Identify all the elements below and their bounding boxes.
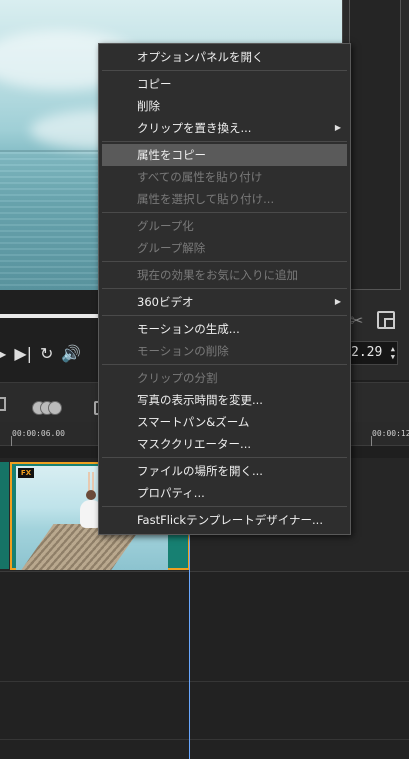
menu-item: 現在の効果をお気に入りに追加: [102, 264, 347, 286]
menu-item[interactable]: マスククリエーター...: [102, 433, 347, 455]
submenu-arrow-icon: ▶: [334, 123, 341, 132]
side-panel-frame: [349, 0, 401, 290]
track-manager-icon[interactable]: [0, 397, 6, 411]
playback-progress[interactable]: [0, 314, 110, 318]
menu-item-label: 削除: [137, 99, 160, 113]
menu-separator: [102, 506, 347, 507]
menu-separator: [102, 70, 347, 71]
previous-clip[interactable]: [0, 462, 9, 569]
menu-item-label: モーションの削除: [137, 344, 229, 358]
menu-separator: [102, 315, 347, 316]
figure-head: [86, 490, 96, 500]
title-track[interactable]: [0, 682, 409, 740]
menu-item[interactable]: プロパティ...: [102, 482, 347, 504]
menu-item[interactable]: コピー: [102, 73, 347, 95]
menu-item[interactable]: クリップを置き換え... ▶: [102, 117, 347, 139]
menu-item: グループ解除: [102, 237, 347, 259]
menu-item-label: FastFlickテンプレートデザイナー...: [137, 513, 323, 527]
menu-item[interactable]: オプションパネルを開く: [102, 46, 347, 68]
timecode-stepper[interactable]: ▲ ▼: [391, 345, 395, 361]
menu-separator: [102, 212, 347, 213]
menu-item-label: スマートパン&ズーム: [137, 415, 250, 429]
video-editor-window: ✂ ▶ ▶| ↻ 🔊 2.29 ▲▼ 00:00:06.00 00:00:12.…: [0, 0, 409, 759]
menu-item-label: プロパティ...: [137, 486, 205, 500]
context-menu: オプションパネルを開く コピー削除クリップを置き換え... ▶ 属性をコピーすべての属…: [98, 43, 351, 535]
menu-item-label: クリップの分割: [137, 371, 218, 385]
menu-item: モーションの削除: [102, 340, 347, 362]
menu-item: 属性を選択して貼り付け...: [102, 188, 347, 210]
menu-item-label: コピー: [137, 77, 172, 91]
audio-track[interactable]: [0, 740, 409, 759]
menu-item[interactable]: FastFlickテンプレートデザイナー...: [102, 509, 347, 531]
menu-item[interactable]: スマートパン&ズーム: [102, 411, 347, 433]
menu-item-label: マスククリエーター...: [137, 437, 252, 451]
fit-screen-icon[interactable]: [377, 311, 395, 329]
volume-icon[interactable]: 🔊: [61, 344, 81, 363]
timecode-value: 2.29: [351, 345, 383, 360]
ruler-label: 00:00:12.0: [372, 429, 409, 438]
menu-item-label: クリップを置き換え...: [137, 121, 252, 135]
menu-separator: [102, 457, 347, 458]
menu-item-label: 属性を選択して貼り付け...: [137, 192, 275, 206]
menu-item-label: オプションパネルを開く: [137, 50, 264, 64]
menu-item[interactable]: 360ビデオ ▶: [102, 291, 347, 313]
menu-item: グループ化: [102, 215, 347, 237]
menu-item[interactable]: 写真の表示時間を変更...: [102, 389, 347, 411]
menu-item-label: ファイルの場所を開く...: [137, 464, 263, 478]
next-frame-icon[interactable]: ▶|: [14, 344, 32, 363]
menu-item-label: 写真の表示時間を変更...: [137, 393, 263, 407]
menu-item[interactable]: 属性をコピー: [102, 144, 347, 166]
ruler-label: 00:00:06.00: [12, 429, 65, 438]
menu-item[interactable]: 削除: [102, 95, 347, 117]
menu-separator: [102, 141, 347, 142]
menu-separator: [102, 364, 347, 365]
overlay-track[interactable]: [0, 572, 409, 682]
play-icon[interactable]: ▶: [0, 344, 6, 363]
menu-item: クリップの分割: [102, 367, 347, 389]
repeat-icon[interactable]: ↻: [40, 344, 53, 363]
menu-item-label: 360ビデオ: [137, 295, 194, 309]
menu-item-label: モーションの生成...: [137, 322, 240, 336]
submenu-arrow-icon: ▶: [334, 297, 341, 306]
mix-icon[interactable]: [32, 399, 62, 417]
scissors-icon[interactable]: ✂: [350, 311, 363, 330]
menu-item[interactable]: ファイルの場所を開く...: [102, 460, 347, 482]
menu-separator: [102, 261, 347, 262]
fx-badge: FX: [18, 468, 34, 478]
figure-arms: [88, 472, 94, 492]
menu-item-label: すべての属性を貼り付け: [137, 170, 263, 184]
menu-item-label: 属性をコピー: [137, 148, 206, 162]
menu-item-label: グループ解除: [137, 241, 206, 255]
transport-controls: ▶ ▶| ↻ 🔊: [0, 338, 81, 368]
menu-separator: [102, 288, 347, 289]
menu-item-label: グループ化: [137, 219, 194, 233]
menu-item-label: 現在の効果をお気に入りに追加: [137, 268, 298, 282]
menu-item[interactable]: モーションの生成...: [102, 318, 347, 340]
timecode-field[interactable]: 2.29 ▲ ▼: [348, 341, 398, 365]
menu-item: すべての属性を貼り付け: [102, 166, 347, 188]
